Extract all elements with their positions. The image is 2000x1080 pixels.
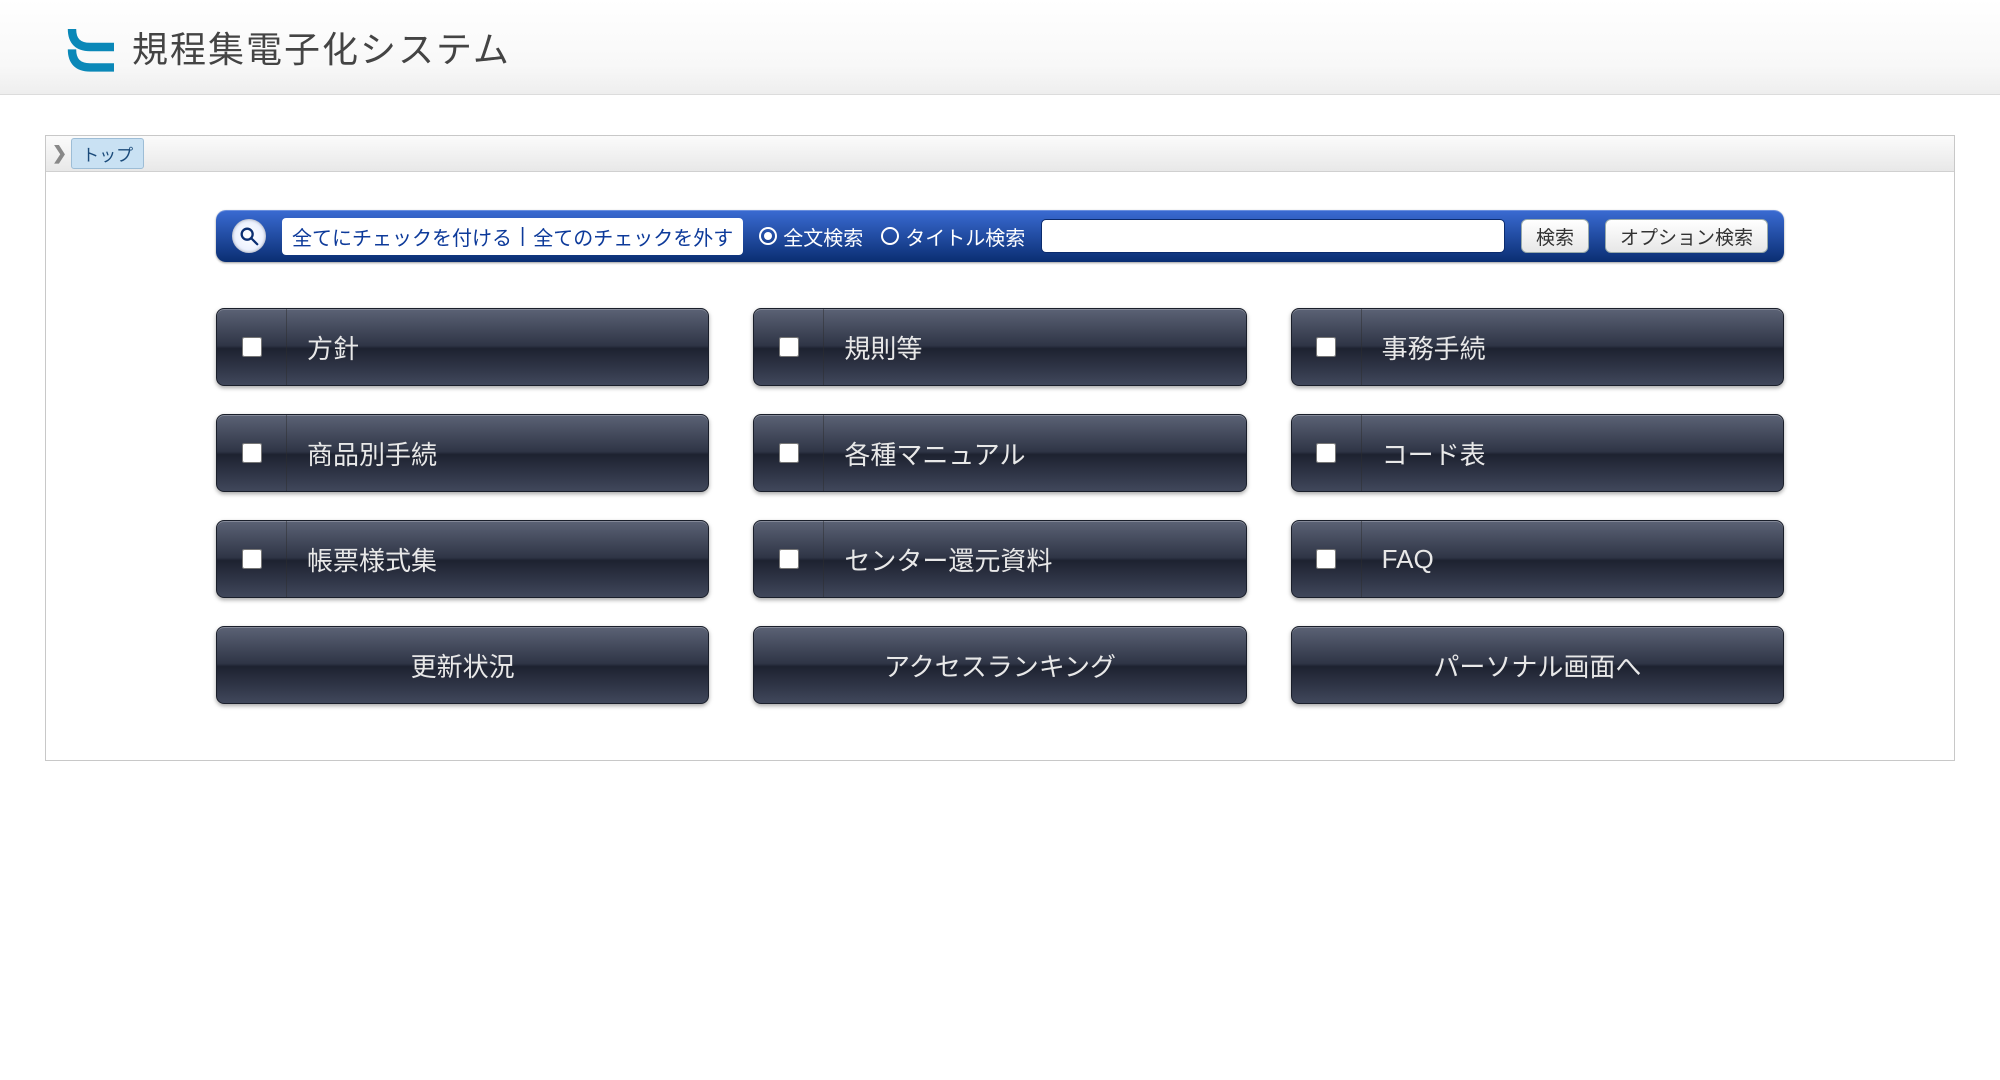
- radio-title-label: タイトル検索: [905, 222, 1025, 251]
- category-label: 事務手続: [1362, 329, 1486, 366]
- check-links-box: 全てにチェックを付ける | 全てのチェックを外す: [282, 218, 743, 255]
- radio-fulltext[interactable]: 全文検索: [759, 222, 863, 251]
- category-tile[interactable]: 各種マニュアル: [753, 414, 1246, 492]
- app-logo-icon: [60, 17, 120, 77]
- radio-fulltext-label: 全文検索: [783, 222, 863, 251]
- main-frame: ❯ トップ 全てにチェックを付ける | 全てのチェックを外す 全文検索: [45, 135, 1955, 761]
- category-checkbox[interactable]: [1316, 443, 1336, 463]
- search-mode-radio-group: 全文検索 タイトル検索: [759, 222, 1025, 251]
- breadcrumb: ❯ トップ: [46, 136, 1954, 172]
- category-checkbox[interactable]: [779, 337, 799, 357]
- search-input[interactable]: [1041, 219, 1505, 253]
- divider: |: [520, 225, 525, 248]
- category-checkbox[interactable]: [242, 443, 262, 463]
- nav-tile-personal[interactable]: パーソナル画面へ: [1291, 626, 1784, 704]
- category-tile[interactable]: FAQ: [1291, 520, 1784, 598]
- category-label: FAQ: [1362, 544, 1434, 575]
- category-tile[interactable]: 方針: [216, 308, 709, 386]
- nav-tile-label: アクセスランキング: [884, 647, 1116, 684]
- nav-tile-updates[interactable]: 更新状況: [216, 626, 709, 704]
- nav-tile-label: パーソナル画面へ: [1433, 647, 1641, 684]
- category-tile[interactable]: センター還元資料: [753, 520, 1246, 598]
- category-label: 各種マニュアル: [824, 435, 1025, 472]
- chevron-right-icon: ❯: [52, 143, 67, 164]
- breadcrumb-top[interactable]: トップ: [71, 138, 144, 169]
- radio-dot-icon: [881, 227, 899, 245]
- search-icon: [232, 219, 266, 253]
- category-label: コード表: [1362, 435, 1486, 472]
- search-bar: 全てにチェックを付ける | 全てのチェックを外す 全文検索 タイトル検索 検索 …: [216, 210, 1784, 262]
- app-title: 規程集電子化システム: [132, 21, 511, 73]
- category-tile[interactable]: 規則等: [753, 308, 1246, 386]
- category-label: 規則等: [824, 329, 922, 366]
- uncheck-all-link[interactable]: 全てのチェックを外す: [533, 222, 733, 251]
- option-search-button[interactable]: オプション検索: [1605, 219, 1768, 253]
- nav-tile-label: 更新状況: [411, 647, 515, 684]
- search-button[interactable]: 検索: [1521, 219, 1589, 253]
- category-label: 方針: [287, 329, 359, 366]
- category-checkbox[interactable]: [242, 337, 262, 357]
- category-label: センター還元資料: [824, 541, 1052, 578]
- category-grid: 方針 規則等 事務手続 商品別手続 各種マニュアル コード表: [216, 308, 1784, 704]
- category-checkbox[interactable]: [779, 443, 799, 463]
- category-tile[interactable]: 商品別手続: [216, 414, 709, 492]
- category-tile[interactable]: コード表: [1291, 414, 1784, 492]
- category-tile[interactable]: 事務手続: [1291, 308, 1784, 386]
- category-checkbox[interactable]: [1316, 337, 1336, 357]
- category-label: 帳票様式集: [287, 541, 437, 578]
- radio-dot-icon: [759, 227, 777, 245]
- category-checkbox[interactable]: [779, 549, 799, 569]
- category-checkbox[interactable]: [242, 549, 262, 569]
- radio-title[interactable]: タイトル検索: [881, 222, 1025, 251]
- category-checkbox[interactable]: [1316, 549, 1336, 569]
- check-all-link[interactable]: 全てにチェックを付ける: [292, 222, 512, 251]
- nav-tile-ranking[interactable]: アクセスランキング: [753, 626, 1246, 704]
- content-area: 全てにチェックを付ける | 全てのチェックを外す 全文検索 タイトル検索 検索 …: [46, 172, 1954, 760]
- category-tile[interactable]: 帳票様式集: [216, 520, 709, 598]
- app-header: 規程集電子化システム: [0, 0, 2000, 95]
- category-label: 商品別手続: [287, 435, 437, 472]
